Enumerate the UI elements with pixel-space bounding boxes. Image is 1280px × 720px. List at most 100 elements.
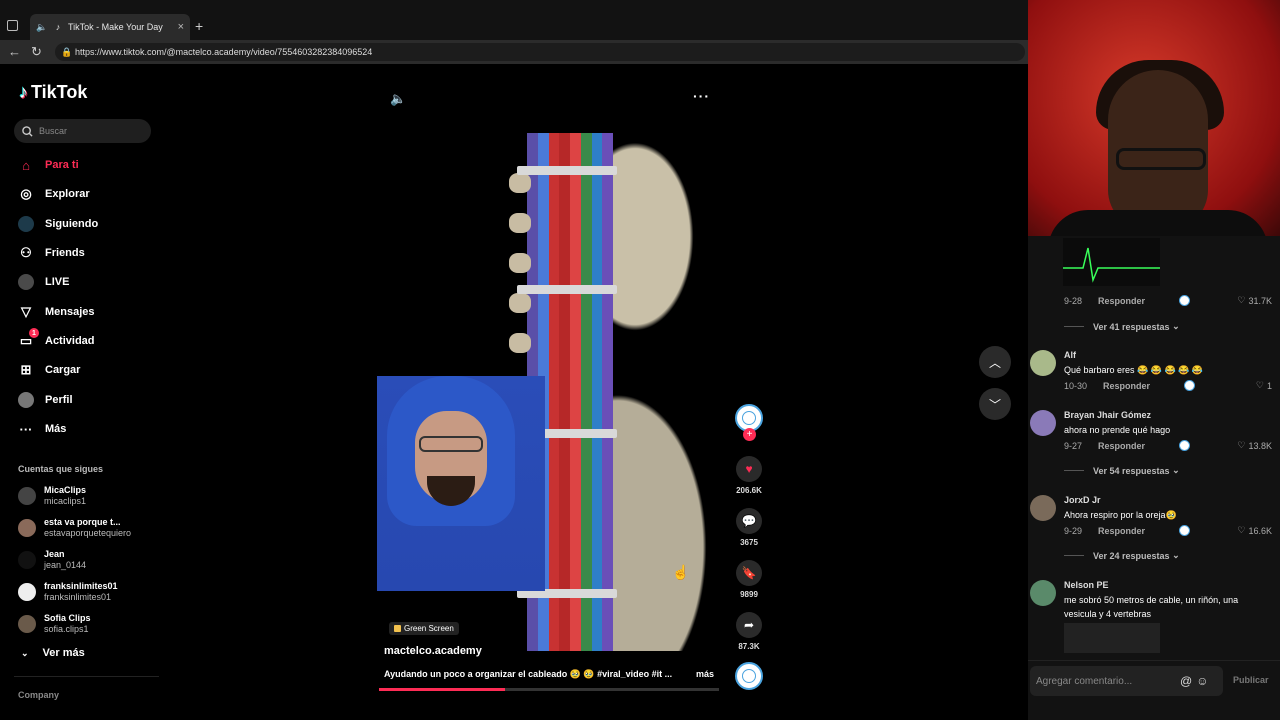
- nav-label: Siguiendo: [45, 218, 99, 230]
- nav-siguiendo[interactable]: Siguiendo: [18, 214, 98, 234]
- more-options-icon[interactable]: ···: [693, 88, 710, 104]
- search-input[interactable]: [39, 126, 139, 136]
- comment-input-box[interactable]: @ ☺: [1030, 666, 1223, 696]
- vertebra: [509, 333, 531, 353]
- comment-button[interactable]: 💬 3675: [732, 508, 766, 547]
- progress-fill: [379, 688, 505, 691]
- comment-author[interactable]: Alf: [1064, 350, 1076, 360]
- like-button[interactable]: ♥ 206.6K: [732, 456, 766, 495]
- previous-video-button[interactable]: ︿: [979, 346, 1011, 378]
- nav-actividad[interactable]: ▭ 1 Actividad: [18, 328, 95, 351]
- profile-icon: [18, 392, 34, 408]
- following-account[interactable]: Jean jean_0144: [18, 549, 86, 571]
- following-account[interactable]: esta va porque t... estavaporquetequiero: [18, 517, 131, 539]
- like-count: 13.8K: [1248, 440, 1272, 451]
- music-disc-button[interactable]: [732, 662, 766, 690]
- comment-like-button[interactable]: ♡ 1: [1256, 380, 1272, 391]
- view-replies-button[interactable]: Ver 24 respuestas ⌄: [1064, 550, 1180, 561]
- comment-input[interactable]: [1036, 675, 1176, 687]
- replies-label: Ver 24 respuestas: [1093, 550, 1170, 561]
- nav-mas[interactable]: ··· Más: [18, 419, 67, 439]
- volume-icon[interactable]: 🔈: [390, 91, 406, 107]
- comment-date: 10-30: [1064, 380, 1088, 391]
- vertebra: [509, 293, 531, 313]
- nav-explorar[interactable]: ◎ Explorar: [18, 184, 89, 204]
- comment-like-button[interactable]: ♡ 13.8K: [1237, 440, 1272, 451]
- avatar[interactable]: [1030, 350, 1056, 376]
- mention-icon[interactable]: @: [1180, 674, 1192, 688]
- reply-button[interactable]: Responder: [1103, 381, 1150, 391]
- following-account[interactable]: MicaClips micaclips1: [18, 485, 86, 507]
- share-button[interactable]: ➦ 87.3K: [732, 612, 766, 651]
- follow-plus-icon[interactable]: +: [743, 428, 756, 441]
- view-replies-button[interactable]: Ver 54 respuestas ⌄: [1064, 465, 1180, 476]
- close-tab-icon[interactable]: ×: [178, 21, 184, 33]
- account-handle: estavaporquetequiero: [44, 528, 132, 538]
- author-avatar-button[interactable]: +: [732, 404, 766, 441]
- comment-author[interactable]: JorxD Jr: [1064, 495, 1101, 505]
- nav-live[interactable]: LIVE: [18, 272, 69, 292]
- green-screen-tag[interactable]: Green Screen: [389, 622, 459, 635]
- avatar: [18, 487, 36, 505]
- bookmark-icon: 🔖: [736, 560, 762, 586]
- following-account[interactable]: franksinlimites01 franksinlimites01: [18, 581, 118, 603]
- cable-tie: [517, 285, 617, 294]
- account-name: MicaClips: [44, 485, 87, 495]
- see-more-button[interactable]: ⌄ Ver más: [21, 647, 85, 659]
- video-author[interactable]: mactelco.academy: [384, 645, 482, 657]
- next-video-button[interactable]: ﹀: [979, 388, 1011, 420]
- publish-button[interactable]: Publicar: [1233, 675, 1269, 685]
- company-link[interactable]: Company: [18, 690, 59, 700]
- new-tab-icon[interactable]: +: [195, 18, 203, 34]
- video-player[interactable]: Green Screen: [377, 133, 721, 651]
- save-button[interactable]: 🔖 9899: [732, 560, 766, 599]
- avatar[interactable]: [1030, 410, 1056, 436]
- comment-image[interactable]: [1064, 623, 1160, 653]
- nav-mensajes[interactable]: ▽ Mensajes: [18, 302, 95, 322]
- effect-icon: [394, 625, 401, 632]
- following-account[interactable]: Sofia Clips sofia.clips1: [18, 613, 91, 635]
- url-field[interactable]: 🔒 https://www.tiktok.com/@mactelco.acade…: [55, 43, 1025, 61]
- green-screen-overlay: [377, 376, 545, 591]
- nav-friends[interactable]: ⚇ Friends: [18, 243, 85, 263]
- reply-button[interactable]: Responder: [1098, 441, 1145, 451]
- chevron-down-icon: ⌄: [21, 647, 29, 658]
- chevron-down-icon: ⌄: [1169, 321, 1180, 331]
- site-info-icon[interactable]: 🔒: [61, 43, 72, 61]
- back-icon[interactable]: ←: [8, 44, 21, 59]
- more-link[interactable]: más: [696, 669, 714, 679]
- browser-tab[interactable]: 🔈 ♪ TikTok - Make Your Day ×: [30, 14, 190, 40]
- comment-text: Qué barbaro eres 😂 😂 😂 😂 😂: [1064, 365, 1204, 375]
- comment-like-button[interactable]: ♡ 31.7K: [1237, 295, 1272, 306]
- nav-perfil[interactable]: Perfil: [18, 390, 73, 410]
- avatar[interactable]: [1030, 495, 1056, 521]
- reply-button[interactable]: Responder: [1098, 526, 1145, 536]
- upload-icon: ⊞: [20, 362, 32, 377]
- reply-button[interactable]: Responder: [1098, 296, 1145, 306]
- comment-date: 9-29: [1064, 525, 1083, 536]
- avatar[interactable]: [1030, 580, 1056, 606]
- nav-para-ti[interactable]: ⌂ Para ti: [18, 155, 79, 175]
- tiktok-logo[interactable]: ♪ TikTok: [19, 82, 87, 103]
- share-count: 87.3K: [738, 642, 760, 651]
- chevron-up-icon: ︿: [988, 355, 1001, 370]
- comment-author[interactable]: Brayan Jhair Gómez: [1064, 410, 1151, 420]
- like-count: 16.6K: [1248, 525, 1272, 536]
- notification-badge: 1: [29, 328, 39, 338]
- nav-cargar[interactable]: ⊞ Cargar: [18, 360, 81, 380]
- view-replies-button[interactable]: Ver 41 respuestas ⌄: [1064, 321, 1180, 332]
- avatar: [18, 615, 36, 633]
- comment-like-button[interactable]: ♡ 16.6K: [1237, 525, 1272, 536]
- reload-icon[interactable]: ↻: [31, 44, 42, 60]
- search-box[interactable]: [14, 119, 151, 143]
- chevron-down-icon: ⌄: [1169, 550, 1180, 560]
- emoji-icon[interactable]: ☺: [1196, 674, 1208, 688]
- video-progress[interactable]: [379, 688, 719, 691]
- heart-icon: ♡: [1237, 295, 1246, 305]
- comment-meta: 9-27 Responder ♡ 13.8K: [1064, 440, 1272, 451]
- replies-label: Ver 54 respuestas: [1093, 465, 1170, 476]
- comment-author[interactable]: Nelson PE: [1064, 580, 1109, 590]
- speaker-icon[interactable]: 🔈: [36, 21, 48, 33]
- window-menu-icon[interactable]: [7, 20, 18, 31]
- heart-icon: ♡: [1237, 525, 1246, 535]
